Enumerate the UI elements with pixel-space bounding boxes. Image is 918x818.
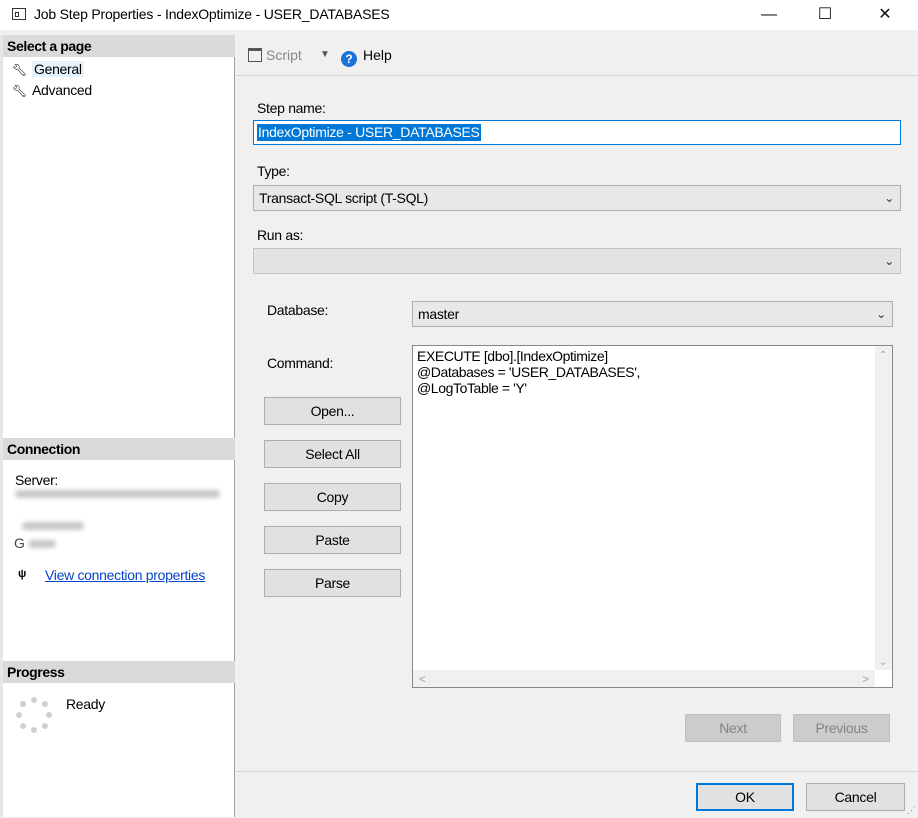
connection-name-redacted — [22, 522, 84, 530]
wrench-icon: 🔧︎ — [12, 84, 28, 98]
close-button[interactable]: ✕ — [862, 0, 908, 30]
horizontal-scrollbar[interactable]: < > — [413, 670, 875, 687]
command-line: @LogToTable = 'Y' — [417, 380, 527, 396]
scroll-left-icon[interactable]: < — [419, 672, 426, 686]
connection-value-redacted — [28, 540, 56, 548]
paste-button[interactable]: Paste — [264, 526, 401, 554]
view-connection-properties-link[interactable]: View connection properties — [45, 567, 205, 583]
step-name-value: IndexOptimize - USER_DATABASES — [257, 124, 481, 141]
chevron-down-icon: ⌄ — [884, 191, 894, 205]
window-app-icon — [12, 8, 26, 20]
command-textarea[interactable]: EXECUTE [dbo].[IndexOptimize] @Databases… — [412, 345, 893, 688]
progress-header: Progress — [3, 661, 235, 683]
left-pane-edge — [0, 35, 3, 817]
command-line: @Databases = 'USER_DATABASES', — [417, 364, 640, 380]
connection-label: G — [14, 535, 25, 551]
select-all-button[interactable]: Select All — [264, 440, 401, 468]
toolbar: Script ▼ ? Help — [236, 35, 918, 76]
server-name-redacted — [15, 490, 220, 498]
wrench-icon: 🔧︎ — [12, 63, 28, 77]
type-label: Type: — [257, 163, 290, 179]
window-title: Job Step Properties - IndexOptimize - US… — [34, 6, 390, 22]
database-select[interactable]: master ⌄ — [412, 301, 893, 327]
help-icon: ? — [341, 51, 357, 67]
help-button[interactable]: ? Help — [341, 47, 392, 67]
title-bar: Job Step Properties - IndexOptimize - US… — [0, 0, 918, 30]
open-button[interactable]: Open... — [264, 397, 401, 425]
run-as-select[interactable]: ⌄ — [253, 248, 901, 274]
command-label: Command: — [267, 355, 334, 371]
server-label: Server: — [15, 472, 59, 488]
copy-button[interactable]: Copy — [264, 483, 401, 511]
step-name-label: Step name: — [257, 100, 326, 116]
scroll-right-icon[interactable]: > — [862, 672, 869, 686]
database-value: master — [418, 306, 459, 322]
chevron-down-icon: ⌄ — [876, 307, 886, 321]
script-icon — [248, 48, 262, 62]
command-line: EXECUTE [dbo].[IndexOptimize] — [417, 348, 608, 364]
chevron-down-icon: ⌄ — [884, 254, 894, 268]
scroll-down-icon[interactable]: ⌄ — [879, 657, 887, 668]
step-name-input[interactable]: IndexOptimize - USER_DATABASES — [253, 120, 901, 145]
ok-button[interactable]: OK — [696, 783, 794, 811]
progress-spinner-icon — [16, 697, 52, 733]
database-label: Database: — [267, 302, 329, 318]
previous-button[interactable]: Previous — [793, 714, 890, 742]
next-button[interactable]: Next — [685, 714, 781, 742]
type-value: Transact-SQL script (T-SQL) — [259, 190, 429, 206]
script-button[interactable]: Script — [248, 47, 302, 63]
page-item-general[interactable]: 🔧︎ General — [12, 60, 84, 78]
parse-button[interactable]: Parse — [264, 569, 401, 597]
page-item-label: Advanced — [32, 82, 92, 98]
type-select[interactable]: Transact-SQL script (T-SQL) ⌄ — [253, 185, 901, 211]
page-item-label: General — [32, 61, 84, 77]
select-page-header: Select a page — [3, 35, 235, 57]
resize-grip-icon[interactable]: ⋰ — [907, 805, 916, 816]
help-label: Help — [363, 47, 392, 63]
connection-properties-icon: ψ — [18, 568, 27, 580]
vertical-scrollbar[interactable]: ⌃ ⌄ — [875, 346, 892, 670]
page-item-advanced[interactable]: 🔧︎ Advanced — [12, 81, 92, 99]
connection-header: Connection — [3, 438, 235, 460]
script-label: Script — [266, 47, 302, 63]
script-dropdown-caret-icon[interactable]: ▼ — [320, 49, 330, 60]
maximize-button[interactable]: ☐ — [802, 0, 848, 30]
run-as-label: Run as: — [257, 227, 304, 243]
minimize-button[interactable]: — — [746, 0, 792, 30]
scroll-up-icon[interactable]: ⌃ — [879, 350, 887, 361]
progress-status: Ready — [66, 696, 105, 712]
cancel-button[interactable]: Cancel — [806, 783, 905, 811]
